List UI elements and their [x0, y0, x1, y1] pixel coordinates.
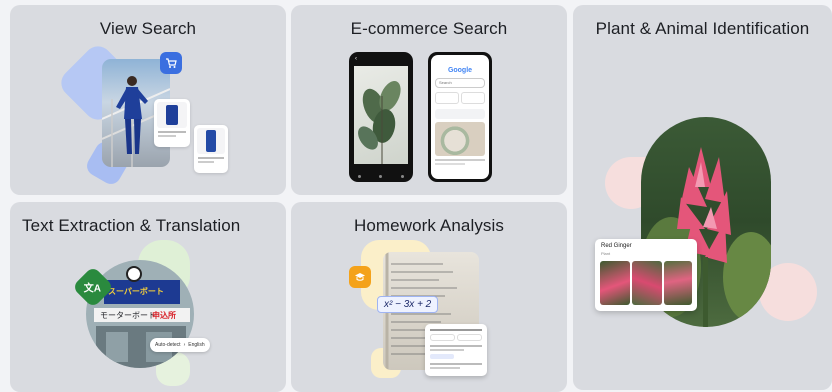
- card-title: Plant & Animal Identification: [595, 19, 810, 38]
- product-card[interactable]: [194, 125, 228, 173]
- sign-main-text: モーターボート: [100, 311, 156, 320]
- card-title: View Search: [99, 19, 197, 38]
- product-card[interactable]: [154, 99, 190, 147]
- card-ecommerce-search[interactable]: E-commerce Search ‹ Google Search: [291, 5, 567, 195]
- search-input[interactable]: Search: [435, 78, 485, 88]
- target-language[interactable]: English: [188, 342, 204, 348]
- equation-highlight[interactable]: x² − 3x + 2: [377, 296, 439, 313]
- identification-result-card[interactable]: Red Ginger Plant: [595, 239, 697, 311]
- solution-panel[interactable]: [425, 324, 487, 376]
- dot-icon: [379, 175, 383, 178]
- homework-badge: [349, 266, 371, 288]
- language-switcher[interactable]: Auto-detect › English: [150, 338, 210, 352]
- card-title: Homework Analysis: [353, 216, 505, 235]
- result-title: Red Ginger: [601, 243, 632, 249]
- back-icon[interactable]: ‹: [355, 56, 357, 62]
- google-logo: Google: [447, 67, 473, 74]
- plant-leaves: [358, 81, 401, 164]
- result-thumbnail[interactable]: [632, 261, 662, 305]
- card-homework-analysis[interactable]: Homework Analysis x² − 3x + 2: [291, 202, 567, 392]
- result-thumbnail[interactable]: [664, 261, 692, 305]
- sign-top-text: スーパーボート: [108, 287, 164, 296]
- sign-red-text: 申込所: [152, 311, 176, 320]
- camera-phone: ‹: [349, 52, 413, 182]
- cart-badge: [160, 52, 182, 74]
- card-text-extraction-translation[interactable]: Text Extraction & Translation スーパーボート モー…: [10, 202, 286, 392]
- dot-icon: [358, 175, 362, 178]
- result-thumbnail[interactable]: [600, 261, 630, 305]
- dot-icon: [400, 175, 404, 178]
- card-plant-animal-identification[interactable]: Plant & Animal Identification Red Ginger…: [573, 5, 832, 390]
- card-view-search[interactable]: View Search: [10, 5, 286, 195]
- cart-icon: [166, 58, 177, 68]
- graduation-cap-icon: [355, 273, 365, 281]
- card-title: Text Extraction & Translation: [22, 216, 241, 235]
- result-subtitle: Plant: [601, 251, 611, 256]
- search-phone: Google Search: [428, 52, 492, 182]
- food-image: [435, 122, 485, 156]
- source-language[interactable]: Auto-detect: [155, 342, 181, 348]
- swap-arrow-icon[interactable]: ›: [184, 342, 186, 348]
- card-title: E-commerce Search: [350, 19, 508, 38]
- translate-icon: 文A: [84, 283, 102, 295]
